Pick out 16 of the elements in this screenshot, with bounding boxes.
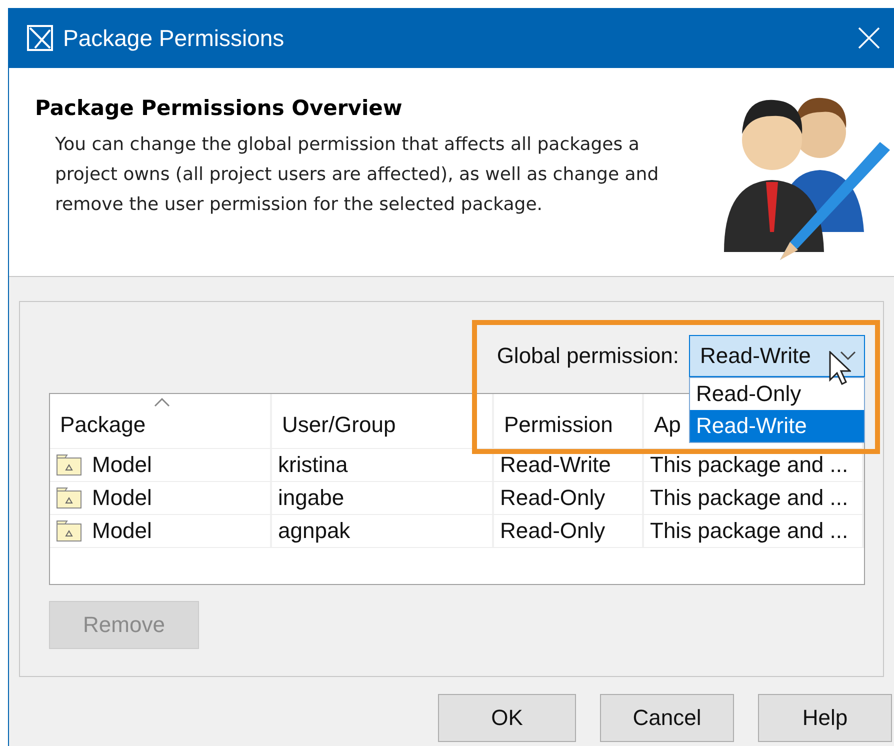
package-name: Model [92,452,152,478]
global-permission-label: Global permission: [496,343,679,369]
table-cell: This package and ... [644,449,864,481]
package-name: Model [92,518,152,544]
table-cell: Read-Only [494,482,644,514]
table-cell: agnpak [272,515,494,547]
table-cell: kristina [272,449,494,481]
table-cell: Read-Only [494,515,644,547]
header-title: Package Permissions Overview [35,96,404,120]
header-description: You can change the global permission that affects all packages a project owns (all project users are affected), as well as change and remove the user permission for the selected package. [55,133,660,217]
table-cell: ingabe [272,482,494,514]
table-cell: Read-Write [494,449,644,481]
table-cell: This package and ... [644,515,864,547]
window-title: Package Permissions [63,24,286,52]
table-cell: This package and ... [644,482,864,514]
package-name: Model [92,485,152,511]
